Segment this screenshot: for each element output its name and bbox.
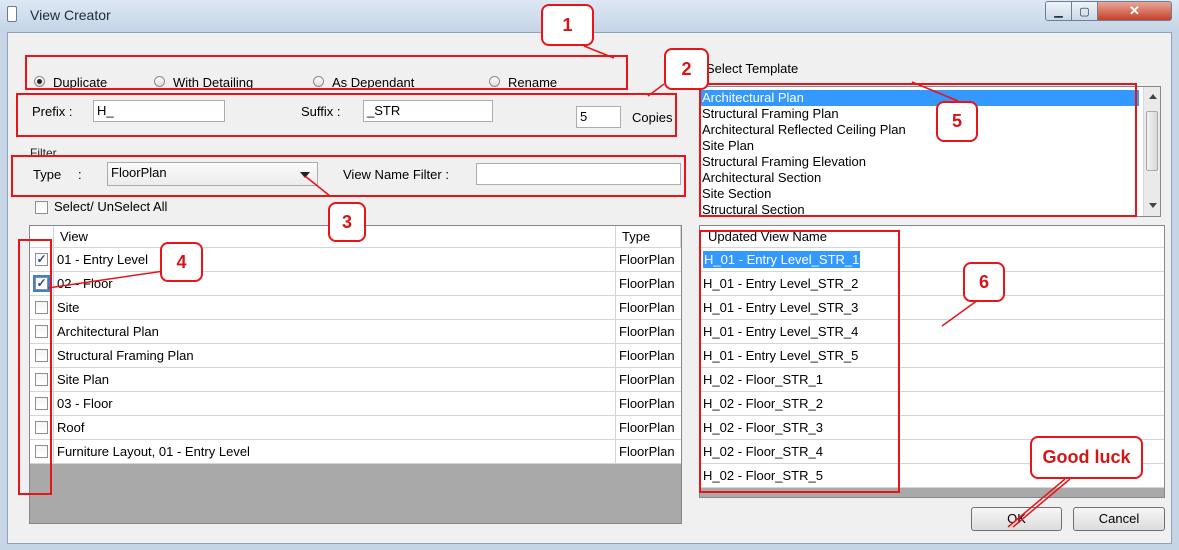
leader-line-5 [911, 81, 959, 102]
callout-3: 3 [328, 202, 366, 242]
leader-line-3 [304, 175, 331, 197]
callout-4: 4 [160, 242, 203, 282]
callout-good-luck: Good luck [1030, 436, 1143, 479]
callout-2: 2 [664, 48, 709, 90]
leader-line-good-luck [1007, 478, 1066, 528]
leader-line-4 [47, 270, 165, 289]
callout-6: 6 [963, 262, 1005, 302]
leader-line-2 [647, 83, 665, 97]
leader-line-1 [583, 45, 615, 59]
leader-line-6 [941, 299, 979, 327]
leader-line-good-luck-2 [1012, 478, 1071, 528]
callout-1: 1 [541, 4, 594, 46]
callout-5: 5 [936, 101, 978, 142]
